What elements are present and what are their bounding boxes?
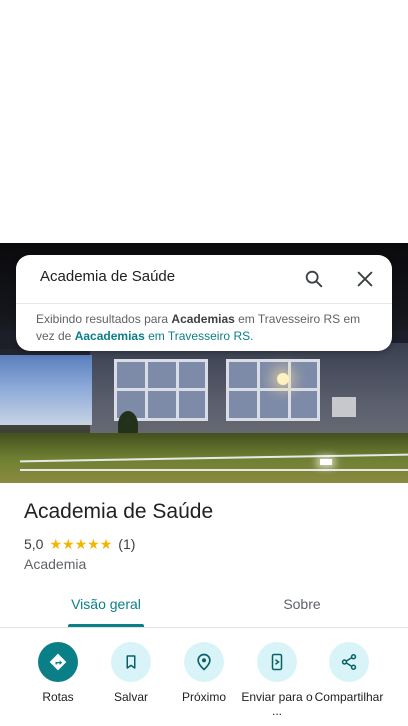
directions-label: Rotas (42, 690, 74, 704)
star-icon: ★ (49, 536, 63, 552)
tabs-divider (0, 627, 408, 628)
card-divider (16, 303, 392, 304)
star-icon: ★ (99, 536, 113, 552)
share-button[interactable]: Compartilhar (309, 642, 389, 704)
place-category: Academia (24, 556, 87, 572)
rating-value: 5,0 (24, 536, 44, 552)
notice-original-term: Aacademias (74, 329, 145, 343)
star-icon: ★ (87, 536, 100, 552)
search-input[interactable]: Academia de Saúde (40, 268, 175, 285)
search-card: Academia de Saúde Exibindo resultados pa… (16, 255, 392, 351)
tab-about[interactable]: Sobre (264, 596, 340, 612)
nearby-button[interactable]: Próximo (164, 642, 244, 704)
notice-prefix: Exibindo resultados para (36, 312, 172, 326)
save-button[interactable]: Salvar (91, 642, 171, 704)
photo-ac-unit (332, 397, 356, 417)
tab-overview[interactable]: Visão geral (68, 596, 144, 612)
directions-button[interactable]: Rotas (18, 642, 98, 704)
place-title: Academia de Saúde (24, 500, 214, 523)
directions-icon (49, 653, 67, 671)
nearby-label: Próximo (181, 690, 226, 704)
photo-railing (20, 469, 408, 471)
send-to-phone-icon (271, 653, 283, 671)
share-label: Compartilhar (314, 690, 384, 704)
send-to-phone-button[interactable]: Enviar para o ... (237, 642, 317, 718)
send-to-phone-circle (257, 642, 297, 682)
photo-left-wall (0, 355, 92, 425)
share-circle (329, 642, 369, 682)
photo-ground-light (320, 459, 332, 465)
notice-shown-term: Academias (171, 312, 235, 326)
spelling-notice: Exibindo resultados para Academias em Tr… (36, 311, 376, 345)
close-icon (357, 271, 373, 287)
star-icon: ★ (74, 536, 88, 552)
save-label: Salvar (113, 690, 148, 704)
photo-window (226, 359, 320, 421)
star-rating: ★ ★ ★ ★ ★ (49, 537, 112, 551)
notice-suffix: em Travesseiro RS. (144, 329, 254, 343)
nearby-circle (184, 642, 224, 682)
send-to-phone-label: Enviar para o ... (241, 690, 313, 718)
photo-lamp (277, 373, 289, 385)
star-icon: ★ (62, 536, 75, 552)
bookmark-icon (126, 655, 136, 669)
search-original-link[interactable]: Aacademias em Travesseiro RS. (75, 329, 254, 343)
search-icon (305, 270, 323, 288)
share-icon (341, 654, 357, 670)
save-circle (111, 642, 151, 682)
review-count[interactable]: (1) (118, 536, 135, 552)
search-button[interactable] (303, 268, 325, 290)
directions-circle (38, 642, 78, 682)
rating-row[interactable]: 5,0 ★ ★ ★ ★ ★ (1) (24, 536, 135, 552)
nearby-icon (197, 653, 211, 671)
close-button[interactable] (354, 268, 376, 290)
